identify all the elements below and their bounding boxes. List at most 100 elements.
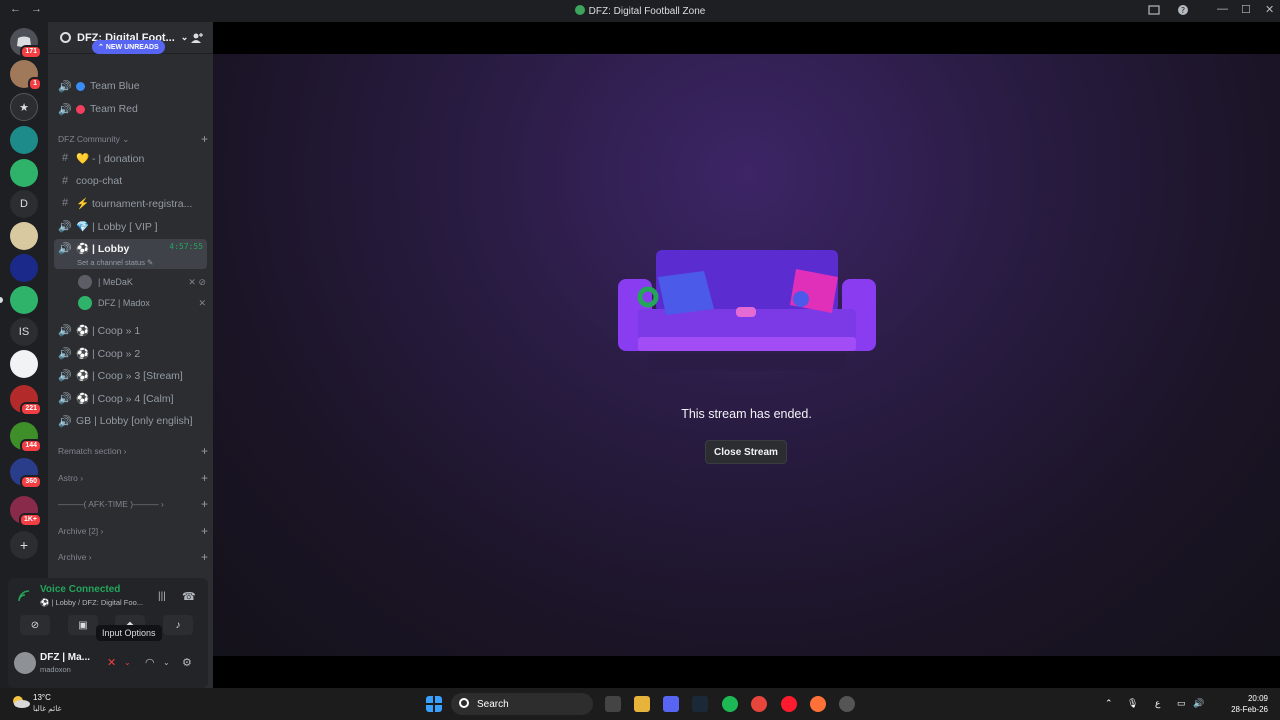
server-icon[interactable]: 1K+ [10, 496, 42, 527]
couch-illustration [618, 250, 876, 371]
volume-icon[interactable]: 🔊 [1193, 698, 1204, 709]
new-unreads-pill[interactable]: ⌃ NEW UNREADS [92, 40, 165, 54]
add-server-icon[interactable]: + [10, 531, 38, 559]
server-icon[interactable]: IS [10, 318, 38, 346]
close-window-icon[interactable]: ✕ [1265, 3, 1274, 16]
add-channel-icon[interactable]: + [201, 444, 208, 458]
maximize-icon[interactable]: ☐ [1241, 3, 1251, 16]
opera-icon[interactable] [781, 696, 797, 712]
inbox-icon[interactable] [1148, 4, 1160, 16]
spotify-icon[interactable] [722, 696, 738, 712]
connection-signal-icon[interactable] [18, 590, 30, 602]
server-icon[interactable] [10, 222, 38, 250]
server-icon[interactable] [10, 350, 38, 378]
text-channel-donation[interactable]: # 💛 - | donation [54, 148, 207, 168]
set-channel-status[interactable]: Set a channel status ✎ [77, 258, 153, 267]
text-channel-coop-chat[interactable]: # coop-chat [54, 171, 207, 191]
user-display-name[interactable]: DFZ | Ma... [40, 652, 90, 663]
file-explorer-icon[interactable] [634, 696, 650, 712]
network-icon[interactable]: ▭ [1177, 698, 1186, 709]
server-icon[interactable]: 1 [10, 60, 42, 91]
invite-people-icon[interactable] [191, 32, 203, 44]
soundboard-button[interactable]: ♪ [163, 615, 193, 635]
voice-channel-lobby-vip[interactable]: 🔊 💎 | Lobby [ VIP ] [54, 216, 207, 236]
app-icon[interactable] [839, 696, 855, 712]
server-icon-dfz[interactable] [10, 286, 38, 314]
server-icon[interactable]: 221 [10, 385, 42, 416]
server-icon[interactable] [10, 126, 38, 154]
category-rematch-section[interactable]: Rematch section › + [58, 443, 208, 459]
team-color-icon [76, 81, 85, 91]
user-settings-gear-icon[interactable]: ⚙ [182, 656, 192, 669]
noise-suppression-icon[interactable]: ||| [158, 591, 166, 602]
server-badge-icon [60, 32, 71, 43]
add-channel-icon[interactable]: + [201, 497, 208, 511]
category-dfz-community[interactable]: DFZ Community ⌄ + [58, 131, 208, 147]
steam-icon[interactable] [692, 696, 708, 712]
minimize-icon[interactable]: — [1217, 3, 1228, 15]
direct-messages-icon[interactable]: 171 [10, 28, 42, 59]
text-channel-tournament-registration[interactable]: # ⚡ tournament-registra... [54, 193, 207, 213]
hashtag-icon: # [61, 175, 69, 187]
voice-channel-team-red[interactable]: 🔊 Team Red [54, 99, 207, 119]
server-icon[interactable]: 360 [10, 458, 42, 489]
mic-muted-icon[interactable]: ✕ [107, 656, 116, 669]
speaker-icon: 🔊 [58, 103, 72, 116]
windows-start-icon[interactable] [426, 696, 442, 712]
disconnect-icon[interactable]: ☎ [182, 590, 196, 603]
windows-taskbar: 13°C غائم غالبا Search ⌃ 🎙 ع ▭ 🔊 20:09 28… [0, 688, 1280, 720]
category-archive-2[interactable]: Archive [2] › + [58, 523, 208, 539]
speaker-icon: 🔊 [58, 415, 72, 428]
unread-badge: 221 [20, 402, 42, 416]
close-stream-button[interactable]: Close Stream [705, 440, 787, 464]
discord-logo-icon [574, 5, 585, 15]
firefox-icon[interactable] [810, 696, 826, 712]
voice-connected-status[interactable]: Voice Connected [40, 584, 120, 595]
tray-overflow-icon[interactable]: ⌃ [1105, 698, 1113, 709]
server-icon[interactable] [10, 254, 38, 282]
voice-user-medak[interactable]: | MeDaK ✕ ⊘ [78, 273, 206, 291]
screen-share-button[interactable]: ▣ [68, 615, 98, 635]
server-icon[interactable]: D [10, 190, 38, 218]
add-channel-icon[interactable]: + [201, 524, 208, 538]
add-channel-icon[interactable]: + [201, 132, 208, 146]
voice-channel-coop-1[interactable]: 🔊 ⚽ | Coop » 1 [54, 320, 207, 340]
unread-badge: 171 [20, 45, 42, 59]
input-options-chevron-icon[interactable]: ⌄ [124, 658, 131, 667]
keyboard-language[interactable]: ع [1155, 698, 1160, 709]
server-icon[interactable] [10, 159, 38, 187]
voice-channel-team-blue[interactable]: 🔊 Team Blue [54, 76, 207, 96]
category-afk-time[interactable]: ———( AFK-TIME )——— › + [58, 496, 208, 512]
avatar [78, 296, 92, 310]
system-clock[interactable]: 20:09 28-Feb-26 [1231, 693, 1268, 715]
discord-taskbar-icon[interactable] [663, 696, 679, 712]
weather-widget[interactable]: 13°C غائم غالبا [10, 693, 61, 714]
user-tag: madoxon [40, 665, 71, 674]
category-archive[interactable]: Archive › + [58, 549, 208, 565]
microphone-tray-icon[interactable]: 🎙 [1127, 698, 1138, 709]
voice-channel-location[interactable]: ⚽ | Lobby / DFZ: Digital Foo... [40, 598, 143, 607]
help-icon[interactable]: ? [1177, 4, 1189, 16]
camera-off-button[interactable]: ⊘ [20, 615, 50, 635]
speaker-icon: 🔊 [58, 324, 72, 337]
speaker-icon: 🔊 [58, 369, 72, 382]
user-avatar[interactable] [14, 652, 36, 674]
server-icon[interactable]: ★ [10, 93, 38, 121]
chrome-icon[interactable] [751, 696, 767, 712]
mic-muted-icon: ✕ [198, 297, 206, 308]
category-astro[interactable]: Astro › + [58, 470, 208, 486]
voice-user-madox[interactable]: DFZ | Madox ✕ [78, 294, 206, 312]
task-view-icon[interactable] [605, 696, 621, 712]
input-options-tooltip: Input Options [96, 625, 162, 641]
soundboard-icon: ♪ [175, 619, 181, 631]
add-channel-icon[interactable]: + [201, 550, 208, 564]
voice-channel-coop-2[interactable]: 🔊 ⚽ | Coop » 2 [54, 343, 207, 363]
headphones-icon[interactable]: ◠ [145, 656, 155, 669]
voice-channel-coop-3[interactable]: 🔊 ⚽ | Coop » 3 [Stream] [54, 365, 207, 385]
voice-channel-coop-4[interactable]: 🔊 ⚽ | Coop » 4 [Calm] [54, 388, 207, 408]
server-icon[interactable]: 144 [10, 422, 42, 453]
voice-channel-lobby-english[interactable]: 🔊 GB | Lobby [only english] [54, 411, 207, 431]
add-channel-icon[interactable]: + [201, 471, 208, 485]
taskbar-search[interactable]: Search [451, 693, 593, 715]
output-options-chevron-icon[interactable]: ⌄ [163, 658, 170, 667]
